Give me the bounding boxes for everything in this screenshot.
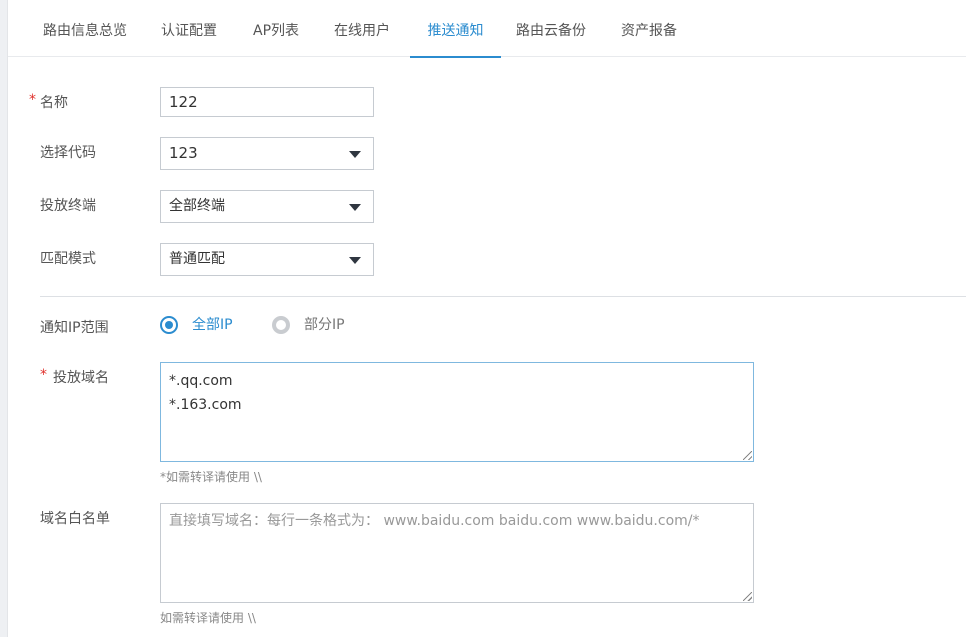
tab-ap-list[interactable]: AP列表 bbox=[253, 0, 299, 57]
chevron-down-icon bbox=[349, 257, 361, 264]
code-label: 选择代码 bbox=[40, 145, 96, 161]
chevron-down-icon bbox=[349, 204, 361, 211]
tab-push-notification[interactable]: 推送通知 bbox=[410, 0, 501, 58]
radio-all-ip-label: 全部IP bbox=[192, 317, 233, 333]
tab-online-users[interactable]: 在线用户 bbox=[334, 0, 390, 57]
radio-checked-icon bbox=[160, 316, 178, 334]
section-divider bbox=[40, 296, 966, 297]
whitelist-textarea[interactable]: 直接填写域名：每行一条格式为： www.baidu.com baidu.com … bbox=[160, 503, 754, 603]
required-mark: * bbox=[29, 92, 36, 108]
whitelist-placeholder: 直接填写域名：每行一条格式为： www.baidu.com baidu.com … bbox=[169, 513, 700, 529]
domains-label: 投放域名 bbox=[53, 370, 109, 386]
match-mode-select-value: 普通匹配 bbox=[169, 251, 225, 267]
match-mode-select[interactable]: 普通匹配 bbox=[160, 243, 374, 276]
terminal-select-value: 全部终端 bbox=[169, 198, 225, 214]
code-select-value: 123 bbox=[169, 144, 198, 162]
tab-router-cloud-backup[interactable]: 路由云备份 bbox=[516, 0, 586, 57]
domain-line: *.qq.com bbox=[169, 373, 233, 389]
terminal-label: 投放终端 bbox=[40, 198, 96, 214]
required-mark: * bbox=[40, 367, 47, 383]
resize-handle-icon[interactable] bbox=[743, 592, 752, 601]
domains-hint: *如需转译请使用 \\ bbox=[160, 470, 262, 484]
tab-bar: 路由信息总览 认证配置 AP列表 在线用户 推送通知 路由云备份 资产报备 bbox=[8, 0, 966, 58]
radio-partial-ip-label: 部分IP bbox=[304, 317, 345, 333]
resize-handle-icon[interactable] bbox=[743, 451, 752, 460]
domain-line: *.163.com bbox=[169, 397, 242, 413]
name-input[interactable]: 122 bbox=[160, 87, 374, 117]
push-notification-page: 路由信息总览 认证配置 AP列表 在线用户 推送通知 路由云备份 资产报备 * … bbox=[0, 0, 966, 637]
radio-unchecked-icon bbox=[272, 316, 290, 334]
match-mode-label: 匹配模式 bbox=[40, 251, 96, 267]
left-sidebar-edge bbox=[0, 0, 8, 637]
whitelist-label: 域名白名单 bbox=[40, 511, 110, 527]
chevron-down-icon bbox=[349, 151, 361, 158]
whitelist-hint: 如需转译请使用 \\ bbox=[160, 611, 256, 625]
tab-router-overview[interactable]: 路由信息总览 bbox=[43, 0, 127, 57]
code-select[interactable]: 123 bbox=[160, 137, 374, 170]
terminal-select[interactable]: 全部终端 bbox=[160, 190, 374, 223]
tab-auth-config[interactable]: 认证配置 bbox=[161, 0, 217, 57]
ip-range-label: 通知IP范围 bbox=[40, 320, 109, 336]
domains-textarea[interactable]: *.qq.com *.163.com bbox=[160, 362, 754, 462]
name-label: 名称 bbox=[40, 95, 68, 111]
tab-asset-report[interactable]: 资产报备 bbox=[621, 0, 677, 57]
